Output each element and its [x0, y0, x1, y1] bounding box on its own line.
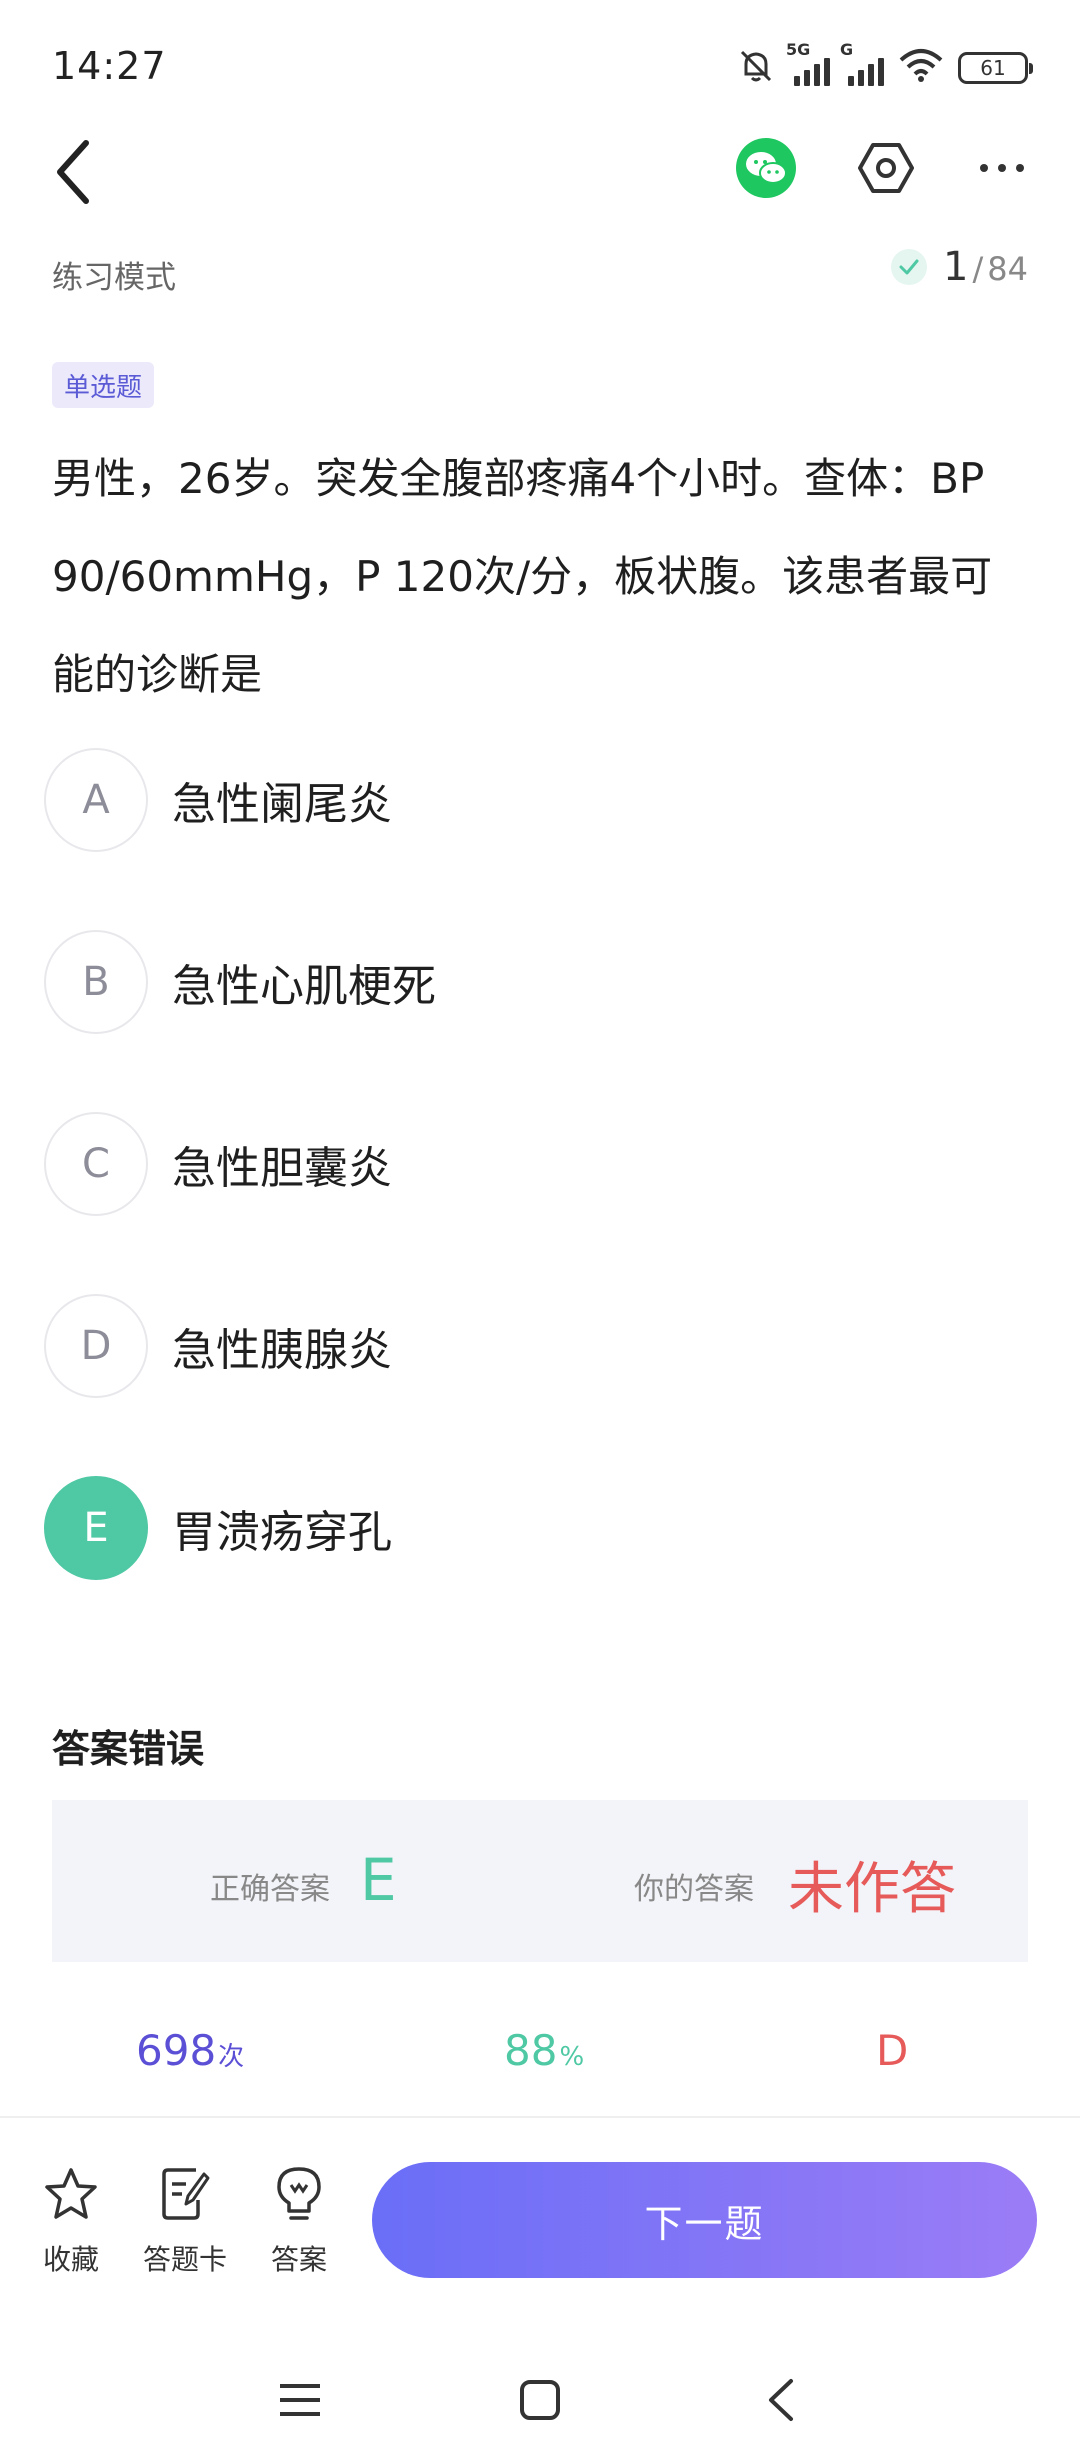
mute-icon — [736, 46, 776, 90]
progress-separator: / — [972, 250, 984, 288]
back-chevron-icon — [769, 2379, 793, 2421]
next-question-button[interactable]: 下一题 — [372, 2162, 1037, 2278]
total-questions: 84 — [987, 250, 1028, 288]
wifi-icon — [898, 48, 944, 88]
answer-card-button[interactable]: 答题卡 — [130, 2164, 240, 2278]
option-letter: B — [44, 930, 148, 1034]
option-letter-correct: E — [44, 1476, 148, 1580]
top-nav — [0, 120, 1080, 220]
option-text: 急性阑尾炎 — [172, 779, 392, 830]
bottom-action-bar: 收藏 答题卡 答案 下一题 — [0, 2116, 1080, 2316]
status-time: 14:27 — [52, 44, 167, 88]
question-text: 男性，26岁。突发全腹部疼痛4个小时。查体：BP 90/60mmHg，P 120… — [52, 454, 993, 699]
your-answer-value: 未作答 — [788, 1857, 956, 1922]
more-dots-icon — [980, 164, 1024, 172]
result-title: 答案错误 — [52, 1727, 205, 1771]
stat-common-wrong: D — [876, 2026, 909, 2075]
option-a[interactable]: A 急性阑尾炎 — [44, 748, 1034, 852]
option-text: 急性胰腺炎 — [172, 1325, 392, 1376]
status-bar: 14:27 5G G 61 — [0, 0, 1080, 130]
option-letter: A — [44, 748, 148, 852]
signal-g-icon: G — [840, 40, 884, 86]
star-icon — [41, 2164, 101, 2224]
answer-card-icon — [155, 2164, 215, 2224]
option-c[interactable]: C 急性胆囊炎 — [44, 1112, 1034, 1216]
option-letter: C — [44, 1112, 148, 1216]
wechat-icon — [746, 152, 787, 184]
option-text: 急性胆囊炎 — [172, 1143, 392, 1194]
option-letter: D — [44, 1294, 148, 1398]
mode-label: 练习模式 — [52, 260, 176, 296]
option-text: 急性心肌梗死 — [172, 961, 436, 1012]
current-question-number: 1 — [943, 244, 969, 290]
answer-comparison: 正确答案 E 你的答案 未作答 — [52, 1800, 1028, 1962]
correct-answer-value: E — [360, 1846, 397, 1914]
hexagon-settings-icon — [858, 143, 914, 193]
home-nav-button[interactable] — [500, 2360, 580, 2440]
system-nav-bar — [0, 2330, 1080, 2460]
option-b[interactable]: B 急性心肌梗死 — [44, 930, 1034, 1034]
home-square-icon — [520, 2380, 560, 2420]
bulb-icon — [269, 2164, 329, 2224]
stat-correct-rate: 88% — [504, 2026, 585, 2075]
back-arrow-icon — [57, 140, 89, 204]
favorite-button[interactable]: 收藏 — [16, 2164, 126, 2278]
status-icons: 5G G 61 — [736, 40, 1033, 92]
question-type-badge: 单选题 — [52, 362, 155, 408]
option-text: 胃溃疡穿孔 — [172, 1507, 392, 1558]
your-answer-label: 你的答案 — [634, 1872, 754, 1907]
signal-5g-icon: 5G — [786, 40, 830, 86]
battery-icon: 61 — [958, 52, 1033, 84]
answer-stats: 698 次 88% D — [0, 2026, 1080, 2116]
back-nav-button[interactable] — [740, 2360, 820, 2440]
stat-answer-count: 698 次 — [136, 2026, 245, 2075]
check-icon — [891, 249, 928, 285]
option-d[interactable]: D 急性胰腺炎 — [44, 1294, 1034, 1398]
more-button[interactable] — [972, 138, 1032, 198]
question-progress: 1 / 84 — [891, 244, 1028, 290]
answer-button[interactable]: 答案 — [244, 2164, 354, 2278]
correct-answer-label: 正确答案 — [210, 1872, 330, 1907]
settings-button[interactable] — [856, 138, 916, 198]
menu-nav-button[interactable] — [260, 2360, 340, 2440]
back-button[interactable] — [40, 132, 104, 212]
menu-icon — [280, 2384, 320, 2416]
wechat-share-button[interactable] — [736, 138, 796, 198]
option-e[interactable]: E 胃溃疡穿孔 — [44, 1476, 1034, 1580]
